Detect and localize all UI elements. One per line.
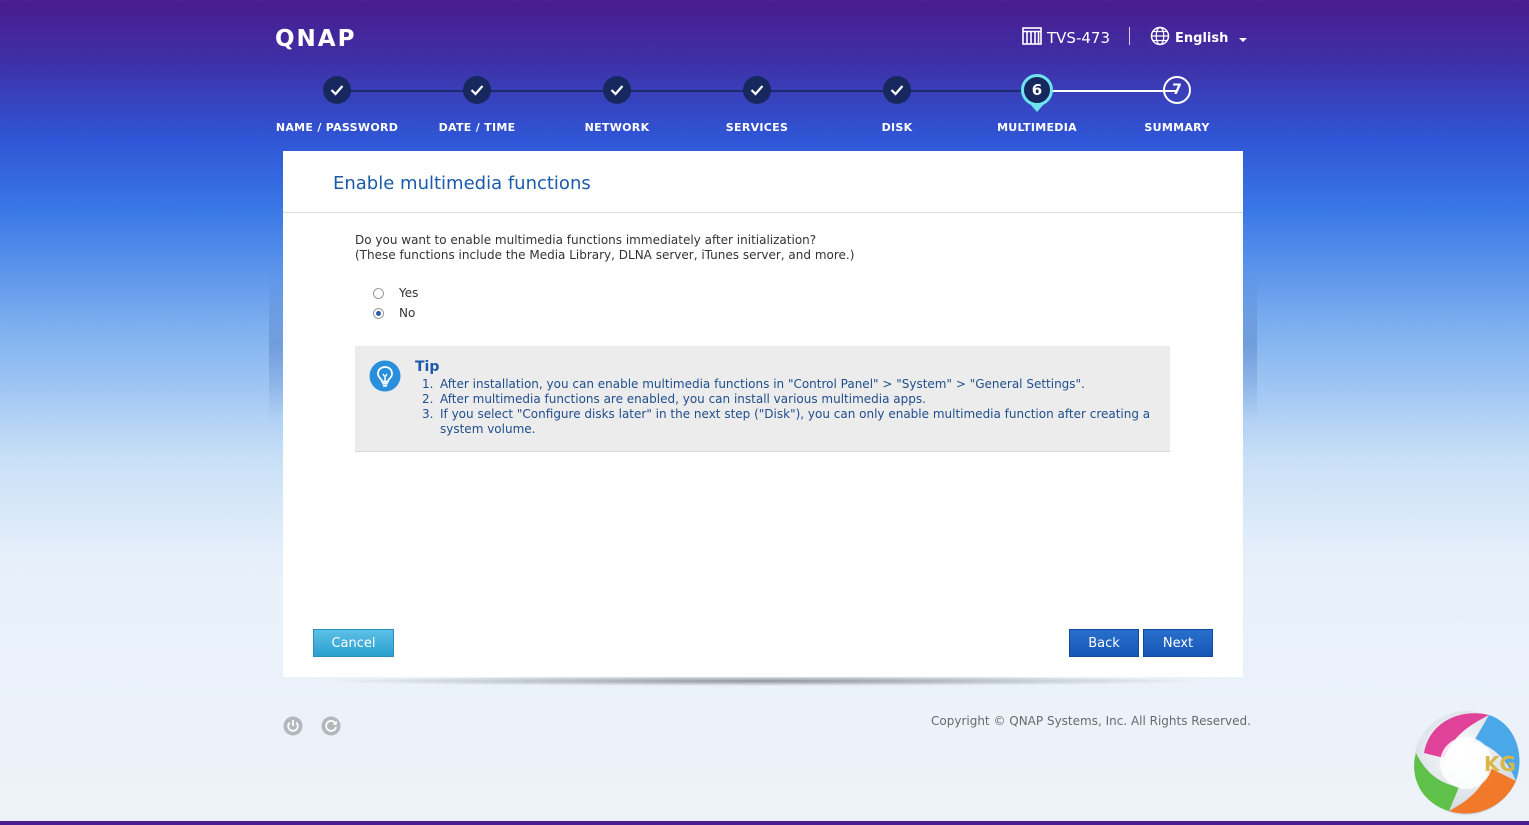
radio-label-yes: Yes xyxy=(399,286,419,300)
checkmark-icon xyxy=(883,76,911,104)
tip-item-number: 2. xyxy=(422,392,434,406)
qnap-logo: QNAP xyxy=(275,26,357,52)
language-label: English xyxy=(1175,30,1229,46)
device-name-label: TVS-473 xyxy=(1047,29,1110,47)
radio-button-no[interactable] xyxy=(373,307,384,319)
tip-item-text: If you select "Configure disks later" in… xyxy=(440,407,1151,436)
radio-option-no[interactable]: No xyxy=(373,306,415,320)
tip-item-text: After multimedia functions are enabled, … xyxy=(440,392,926,406)
tip-title: Tip xyxy=(415,359,440,375)
checkmark-icon xyxy=(323,76,351,104)
radio-label-no: No xyxy=(399,306,416,320)
panel-side-shadow-left xyxy=(269,270,283,420)
tip-list: 1. After installation, you can enable mu… xyxy=(422,377,1157,437)
step-name-password: NAME / PASSWORD xyxy=(257,75,417,134)
tip-item-number: 3. xyxy=(422,407,434,421)
question-line-1: Do you want to enable multimedia functio… xyxy=(355,233,817,247)
header-divider xyxy=(1129,27,1130,45)
panel-side-shadow-right xyxy=(1243,270,1257,420)
tip-item: 3. If you select "Configure disks later"… xyxy=(422,407,1157,437)
step-label: SUMMARY xyxy=(1144,121,1210,134)
lightbulb-icon xyxy=(369,360,401,396)
checkmark-icon xyxy=(743,76,771,104)
back-button[interactable]: Back xyxy=(1069,629,1139,657)
question-line-2: (These functions include the Media Libra… xyxy=(355,248,855,262)
step-label: NAME / PASSWORD xyxy=(275,121,399,134)
step-number-todo: 7 xyxy=(1163,76,1191,104)
globe-icon xyxy=(1150,26,1170,50)
step-label: MULTIMEDIA xyxy=(997,121,1077,134)
language-selector[interactable]: English xyxy=(1150,26,1248,50)
caret-down-icon xyxy=(1238,32,1248,47)
restart-icon[interactable] xyxy=(321,716,341,736)
kg-watermark-text: KG xyxy=(1484,752,1516,776)
tip-item-text: After installation, you can enable multi… xyxy=(440,377,1085,391)
step-number-current: 6 xyxy=(1021,74,1053,106)
next-button[interactable]: Next xyxy=(1143,629,1213,657)
step-label: SERVICES xyxy=(725,121,789,134)
wizard-panel: Enable multimedia functions Do you want … xyxy=(283,151,1243,677)
title-divider xyxy=(283,212,1243,213)
tip-box: Tip 1. After installation, you can enabl… xyxy=(355,346,1170,452)
step-label: NETWORK xyxy=(584,121,650,134)
panel-bottom-shadow xyxy=(320,676,1206,686)
cancel-button[interactable]: Cancel xyxy=(313,629,394,657)
step-label: DATE / TIME xyxy=(438,121,516,134)
tip-item: 2. After multimedia functions are enable… xyxy=(422,392,1157,407)
step-summary: 7 SUMMARY xyxy=(1097,75,1257,134)
tip-item: 1. After installation, you can enable mu… xyxy=(422,377,1157,392)
power-icon[interactable] xyxy=(283,716,303,736)
step-label: DISK xyxy=(881,121,913,134)
step-services: SERVICES xyxy=(677,75,837,134)
kg-watermark-logo: KG xyxy=(1404,703,1528,821)
radio-option-yes[interactable]: Yes xyxy=(373,286,418,300)
step-disk: DISK xyxy=(817,75,977,134)
device-name: TVS-473 xyxy=(1022,27,1110,49)
page-title: Enable multimedia functions xyxy=(333,173,591,194)
radio-button-yes[interactable] xyxy=(373,287,384,299)
question-text: Do you want to enable multimedia functio… xyxy=(355,233,854,263)
copyright-text: Copyright © QNAP Systems, Inc. All Right… xyxy=(931,714,1251,728)
step-multimedia: 6 MULTIMEDIA xyxy=(957,74,1117,134)
step-network: NETWORK xyxy=(537,75,697,134)
server-icon xyxy=(1022,27,1042,49)
tip-item-number: 1. xyxy=(422,377,434,391)
checkmark-icon xyxy=(463,76,491,104)
checkmark-icon xyxy=(603,76,631,104)
step-date-time: DATE / TIME xyxy=(397,75,557,134)
